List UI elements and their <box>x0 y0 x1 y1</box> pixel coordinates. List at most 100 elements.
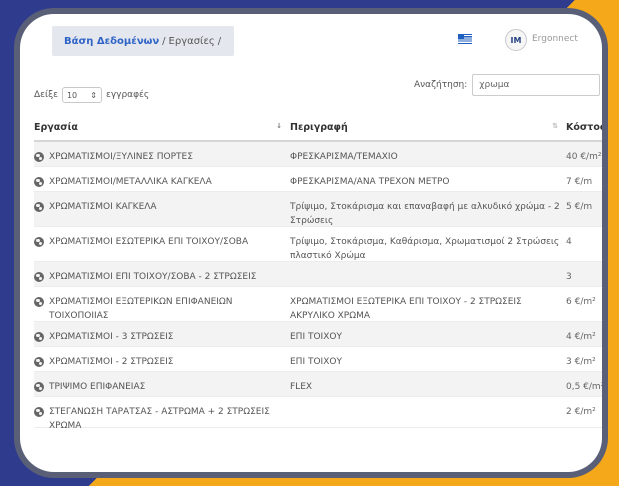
task-name: ΧΡΩΜΑΤΙΣΜΟΙ ΕΞΩΤΕΡΙΚΩΝ ΕΠΙΦΑΝΕΙΩΝ ΤΟΙΧΟΠ… <box>49 297 233 321</box>
avatar[interactable]: IM <box>505 29 527 51</box>
tasks-table: Εργασία ↓ Περιγραφή ⇅ Κόστος ΧΡΩΜΑΤΙΣΜΟΙ… <box>34 114 602 431</box>
globe-icon <box>34 382 44 392</box>
task-cell: ΧΡΩΜΑΤΙΣΜΟΙ ΚΑΓΚΕΛΑ <box>34 192 290 215</box>
task-cell: ΣΤΕΓΑΝΩΣΗ ΤΑΡΑΤΣΑΣ - ΑΣΤΡΩΜΑ + 2 ΣΤΡΩΣΕΙ… <box>34 397 290 434</box>
globe-icon <box>34 332 44 342</box>
description-cell: ΦΡΕΣΚΑΡΙΣΜΑ/ΑΝΑ ΤΡΕΧΟΝ ΜΕΤΡΟ <box>290 167 566 190</box>
description-cell: ΕΠΙ ΤΟΙΧΟΥ <box>290 347 566 370</box>
device-frame: Βάση Δεδομένων / Εργασίες / IM Ergonnect… <box>14 8 608 478</box>
task-name: ΧΡΩΜΑΤΙΣΜΟΙ - 2 ΣΤΡΩΣΕΙΣ <box>49 357 174 367</box>
cost-cell: 4 <box>566 227 602 250</box>
column-header-description-label: Περιγραφή <box>290 121 348 133</box>
breadcrumb-current: Εργασίες <box>168 35 215 47</box>
sort-icon: ⇅ <box>552 121 558 130</box>
cost-cell: 0,5 €/m² <box>566 372 602 395</box>
sort-asc-icon: ↓ <box>276 121 282 130</box>
table-row[interactable]: ΧΡΩΜΑΤΙΣΜΟΙ - 3 ΣΤΡΩΣΕΙΣ ΕΠΙ ΤΟΙΧΟΥ 4 €/m² <box>34 322 602 347</box>
task-name: ΣΤΕΓΑΝΩΣΗ ΤΑΡΑΤΣΑΣ - ΑΣΤΡΩΜΑ + 2 ΣΤΡΩΣΕΙ… <box>49 407 270 431</box>
search-input-value: χρωμα <box>479 80 510 90</box>
description-cell: ΦΡΕΣΚΑΡΙΣΜΑ/ΤΕΜΑΧΙΟ <box>290 142 566 165</box>
globe-icon <box>34 177 44 187</box>
task-description: ΕΠΙ ΤΟΙΧΟΥ <box>290 357 342 367</box>
show-prefix-label: Δείξε <box>34 90 58 100</box>
user-name[interactable]: Ergonnect <box>532 34 578 44</box>
page-length-value: 10 <box>66 90 78 100</box>
task-name: ΧΡΩΜΑΤΙΣΜΟΙ/ΞΥΛΙΝΕΣ ΠΟΡΤΕΣ <box>49 152 193 162</box>
task-cell: ΧΡΩΜΑΤΙΣΜΟΙ ΕΣΩΤΕΡΙΚΑ ΕΠΙ ΤΟΙΧΟΥ/ΣΟΒΑ <box>34 227 290 250</box>
table-header: Εργασία ↓ Περιγραφή ⇅ Κόστος <box>34 114 602 142</box>
task-description: ΦΡΕΣΚΑΡΙΣΜΑ/ΑΝΑ ΤΡΕΧΟΝ ΜΕΤΡΟ <box>290 177 450 187</box>
task-cost: 7 €/m <box>566 177 593 187</box>
top-bar: Βάση Δεδομένων / Εργασίες / IM Ergonnect <box>20 14 602 64</box>
cost-cell: 4 €/m² <box>566 322 602 345</box>
task-description: ΕΠΙ ΤΟΙΧΟΥ <box>290 332 342 342</box>
task-name: ΤΡΙΨΙΜΟ ΕΠΙΦΑΝΕΙΑΣ <box>49 382 146 392</box>
show-suffix-label: εγγραφές <box>105 90 150 100</box>
task-cell: ΧΡΩΜΑΤΙΣΜΟΙ ΕΞΩΤΕΡΙΚΩΝ ΕΠΙΦΑΝΕΙΩΝ ΤΟΙΧΟΠ… <box>34 287 290 324</box>
task-cost: 3 <box>566 272 572 282</box>
app-screen: Βάση Δεδομένων / Εργασίες / IM Ergonnect… <box>20 14 602 472</box>
table-row[interactable]: ΧΡΩΜΑΤΙΣΜΟΙ/ΞΥΛΙΝΕΣ ΠΟΡΤΕΣ ΦΡΕΣΚΑΡΙΣΜΑ/ΤΕ… <box>34 142 602 167</box>
globe-icon <box>34 152 44 162</box>
task-description: ΧΡΩΜΑΤΙΣΜΟΙ ΕΞΩΤΕΡΙΚΑ ΕΠΙ ΤΟΙΧΟΥ - 2 ΣΤΡ… <box>290 297 522 321</box>
task-cell: ΧΡΩΜΑΤΙΣΜΟΙ/ΞΥΛΙΝΕΣ ΠΟΡΤΕΣ <box>34 142 290 165</box>
greek-flag-icon[interactable] <box>458 34 472 44</box>
globe-icon <box>34 297 44 307</box>
column-header-cost[interactable]: Κόστος <box>566 122 602 133</box>
chevron-updown-icon: ⇕ <box>90 90 97 100</box>
globe-icon <box>34 407 44 417</box>
cost-cell: 7 €/m <box>566 167 602 190</box>
description-cell: FLEX <box>290 372 566 395</box>
task-cost: 3 €/m² <box>566 357 596 367</box>
table-row[interactable]: ΣΤΕΓΑΝΩΣΗ ΤΑΡΑΤΣΑΣ - ΑΣΤΡΩΜΑ + 2 ΣΤΡΩΣΕΙ… <box>34 397 602 431</box>
description-cell: ΧΡΩΜΑΤΙΣΜΟΙ ΕΞΩΤΕΡΙΚΑ ΕΠΙ ΤΟΙΧΟΥ - 2 ΣΤΡ… <box>290 287 566 324</box>
cost-cell: 3 €/m² <box>566 347 602 370</box>
task-cost: 0,5 €/m² <box>566 382 602 392</box>
cost-cell: 6 €/m² <box>566 287 602 310</box>
globe-icon <box>34 272 44 282</box>
page-length-control: Δείξε 10 ⇕ εγγραφές <box>34 87 149 103</box>
table-row[interactable]: ΤΡΙΨΙΜΟ ΕΠΙΦΑΝΕΙΑΣ FLEX 0,5 €/m² <box>34 372 602 397</box>
task-cost: 5 €/m <box>566 202 593 212</box>
task-name: ΧΡΩΜΑΤΙΣΜΟΙ ΚΑΓΚΕΛΑ <box>49 202 157 212</box>
page-length-select[interactable]: 10 ⇕ <box>61 87 102 103</box>
task-description: FLEX <box>290 382 313 392</box>
task-cost: 4 €/m² <box>566 332 596 342</box>
table-row[interactable]: ΧΡΩΜΑΤΙΣΜΟΙ - 2 ΣΤΡΩΣΕΙΣ ΕΠΙ ΤΟΙΧΟΥ 3 €/m² <box>34 347 602 372</box>
task-description: ΦΡΕΣΚΑΡΙΣΜΑ/ΤΕΜΑΧΙΟ <box>290 152 398 162</box>
breadcrumb-link-database[interactable]: Βάση Δεδομένων <box>64 36 159 47</box>
table-row[interactable]: ΧΡΩΜΑΤΙΣΜΟΙ/ΜΕΤΑΛΛΙΚΑ ΚΑΓΚΕΛΑ ΦΡΕΣΚΑΡΙΣΜΑ… <box>34 167 602 192</box>
column-header-cost-label: Κόστος <box>566 121 602 133</box>
task-cell: ΧΡΩΜΑΤΙΣΜΟΙ ΕΠΙ ΤΟΙΧΟΥ/ΣΟΒΑ - 2 ΣΤΡΩΣΕΙΣ <box>34 262 290 285</box>
cost-cell: 40 €/m² <box>566 142 602 165</box>
breadcrumb: Βάση Δεδομένων / Εργασίες / <box>52 26 234 56</box>
task-description: Τρίψιμο, Στοκάρισμα και επαναβαφή με αλκ… <box>290 202 560 226</box>
task-name: ΧΡΩΜΑΤΙΣΜΟΙ ΕΣΩΤΕΡΙΚΑ ΕΠΙ ΤΟΙΧΟΥ/ΣΟΒΑ <box>49 237 249 247</box>
globe-icon <box>34 202 44 212</box>
table-body: ΧΡΩΜΑΤΙΣΜΟΙ/ΞΥΛΙΝΕΣ ΠΟΡΤΕΣ ΦΡΕΣΚΑΡΙΣΜΑ/ΤΕ… <box>34 142 602 431</box>
task-name: ΧΡΩΜΑΤΙΣΜΟΙ - 3 ΣΤΡΩΣΕΙΣ <box>49 332 174 342</box>
cost-cell: 3 <box>566 262 602 285</box>
search-input[interactable]: χρωμα <box>472 74 601 96</box>
task-cell: ΤΡΙΨΙΜΟ ΕΠΙΦΑΝΕΙΑΣ <box>34 372 290 395</box>
task-cost: 2 €/m² <box>566 407 596 417</box>
table-row[interactable]: ΧΡΩΜΑΤΙΣΜΟΙ ΕΣΩΤΕΡΙΚΑ ΕΠΙ ΤΟΙΧΟΥ/ΣΟΒΑ Τρί… <box>34 227 602 262</box>
column-header-task[interactable]: Εργασία ↓ <box>34 122 290 133</box>
description-cell: Τρίψιμο, Στοκάρισμα και επαναβαφή με αλκ… <box>290 192 566 229</box>
table-row[interactable]: ΧΡΩΜΑΤΙΣΜΟΙ ΚΑΓΚΕΛΑ Τρίψιμο, Στοκάρισμα κ… <box>34 192 602 227</box>
task-cell: ΧΡΩΜΑΤΙΣΜΟΙ - 2 ΣΤΡΩΣΕΙΣ <box>34 347 290 370</box>
description-cell: ΕΠΙ ΤΟΙΧΟΥ <box>290 322 566 345</box>
globe-icon <box>34 237 44 247</box>
task-description: Τρίψιμο, Στοκάρισμα, Καθάρισμα, Χρωματισ… <box>290 237 560 261</box>
breadcrumb-separator: / <box>162 35 166 47</box>
task-cell: ΧΡΩΜΑΤΙΣΜΟΙ/ΜΕΤΑΛΛΙΚΑ ΚΑΓΚΕΛΑ <box>34 167 290 190</box>
search-label: Αναζήτηση: <box>414 80 468 90</box>
cost-cell: 5 €/m <box>566 192 602 215</box>
globe-icon <box>34 357 44 367</box>
column-header-description[interactable]: Περιγραφή ⇅ <box>290 122 566 133</box>
table-row[interactable]: ΧΡΩΜΑΤΙΣΜΟΙ ΕΠΙ ΤΟΙΧΟΥ/ΣΟΒΑ - 2 ΣΤΡΩΣΕΙΣ… <box>34 262 602 287</box>
breadcrumb-separator: / <box>217 35 222 47</box>
description-cell <box>290 397 566 406</box>
column-header-task-label: Εργασία <box>34 121 78 133</box>
table-row[interactable]: ΧΡΩΜΑΤΙΣΜΟΙ ΕΞΩΤΕΡΙΚΩΝ ΕΠΙΦΑΝΕΙΩΝ ΤΟΙΧΟΠ… <box>34 287 602 322</box>
